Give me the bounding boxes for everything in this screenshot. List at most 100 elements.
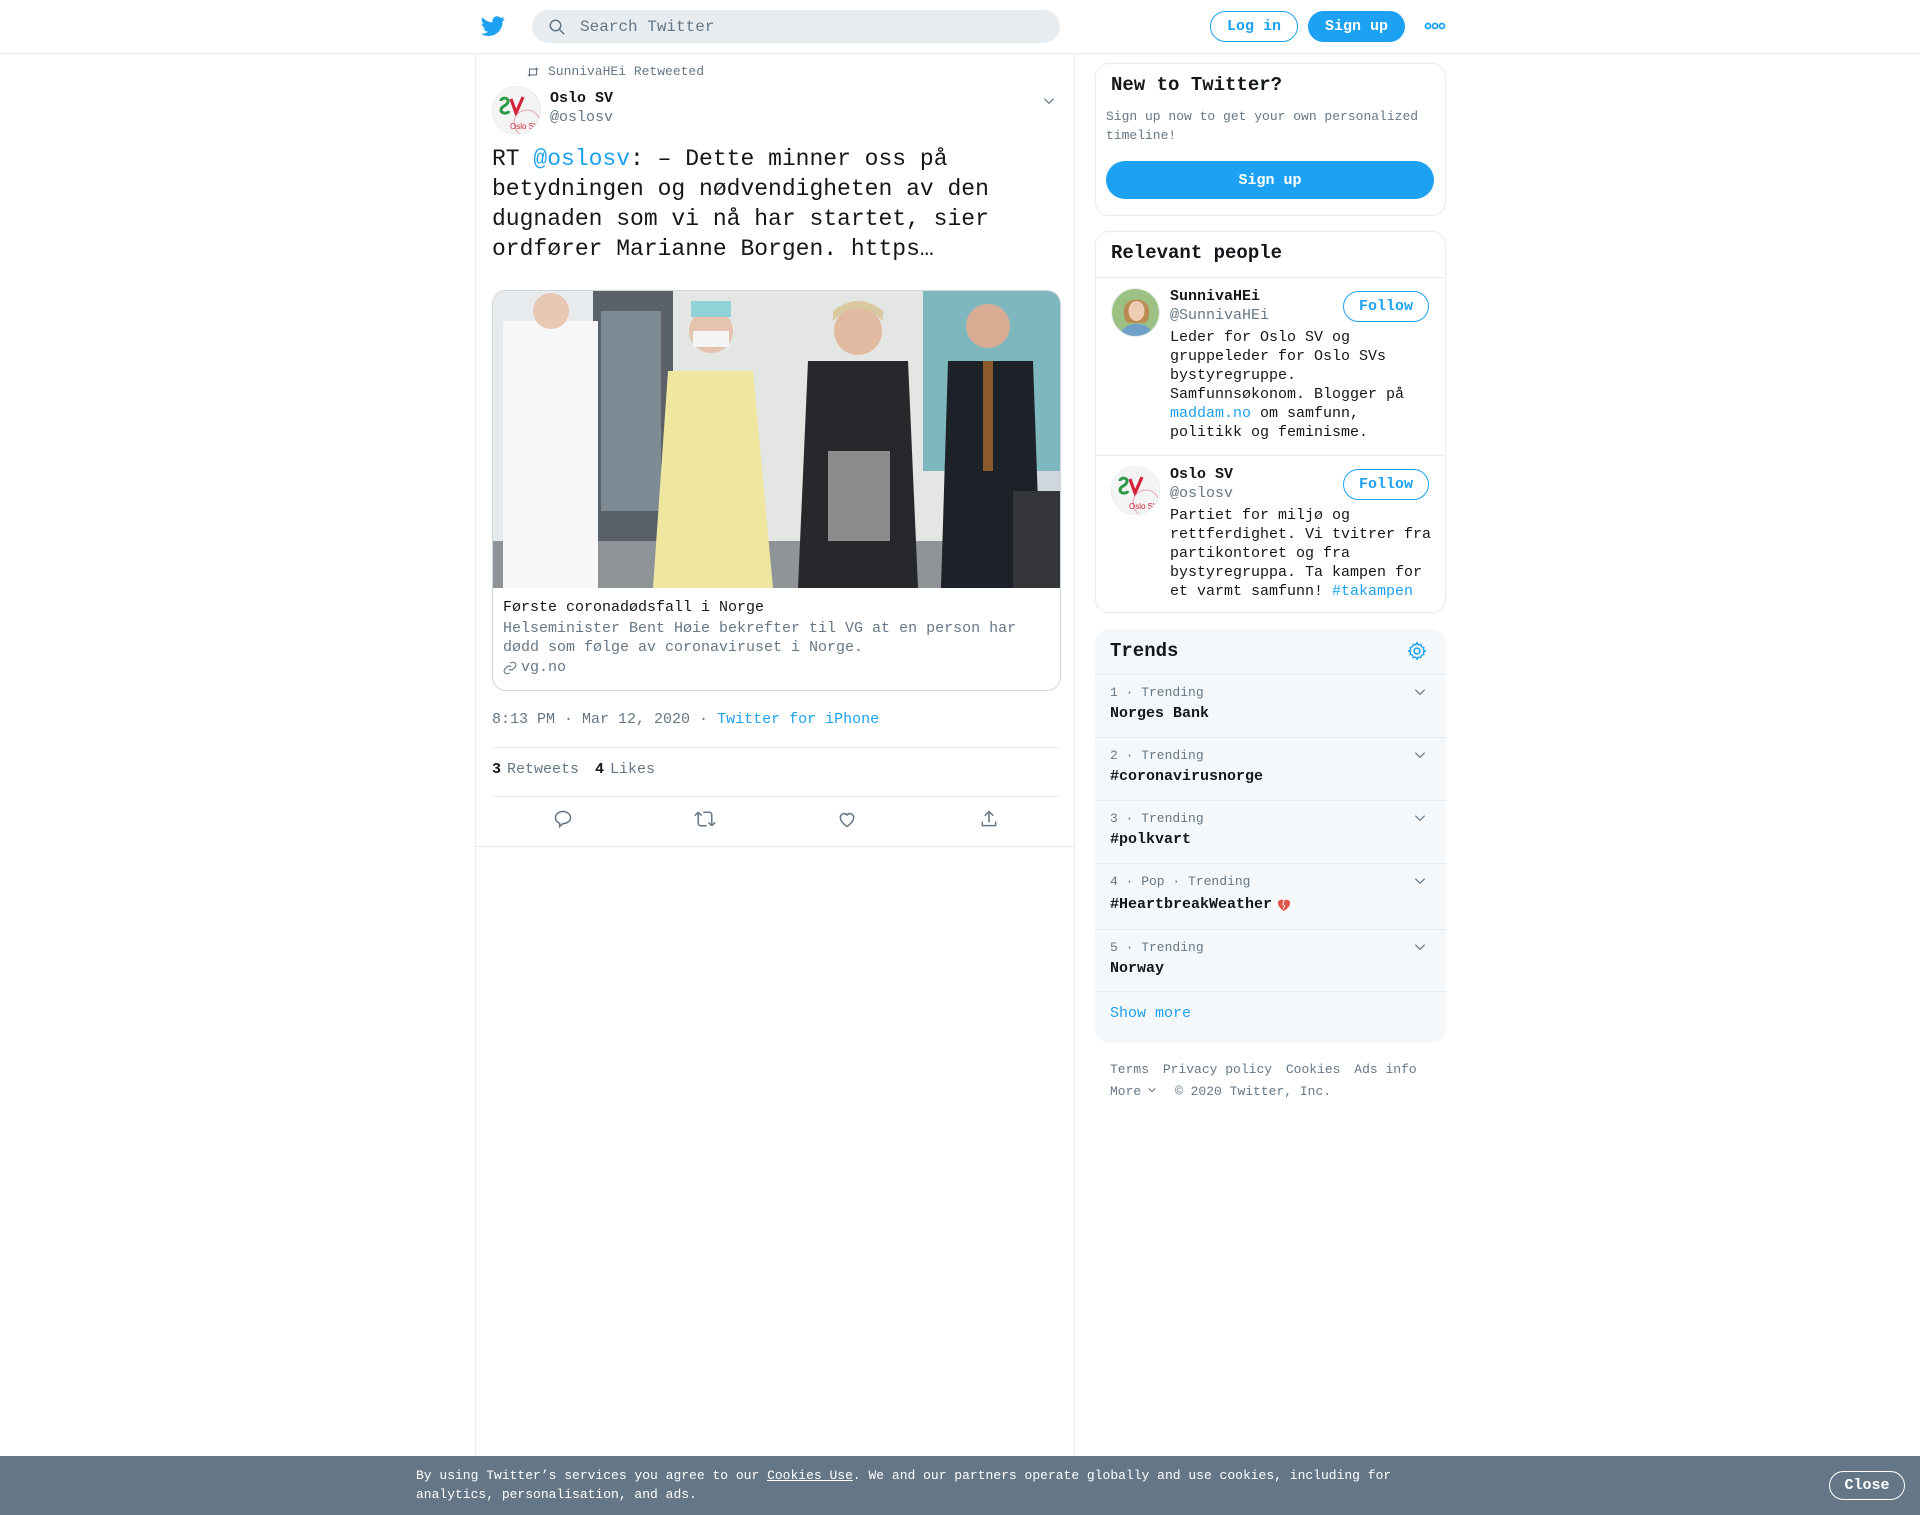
likes-count: 4 <box>595 761 605 778</box>
footer-ads-link[interactable]: Ads info <box>1354 1062 1416 1077</box>
more-dots-icon[interactable] <box>1424 20 1446 32</box>
cookie-consent-bar: By using Twitter’s services you agree to… <box>0 1456 1920 1515</box>
footer-cookies-link[interactable]: Cookies <box>1286 1062 1341 1077</box>
svg-text:Oslo SV: Oslo SV <box>510 122 540 131</box>
footer-terms-link[interactable]: Terms <box>1110 1062 1149 1077</box>
retweet-button[interactable] <box>692 806 718 832</box>
person-bio: Leder for Oslo SV og gruppeleder for Osl… <box>1170 328 1435 442</box>
chevron-down-icon[interactable] <box>1413 748 1427 762</box>
chevron-down-icon[interactable] <box>1413 874 1427 888</box>
signup-button[interactable]: Sign up <box>1308 11 1405 42</box>
retweets-stat[interactable]: 3 Retweets <box>492 761 579 778</box>
cookies-use-link[interactable]: Cookies Use <box>767 1468 853 1483</box>
chevron-down-icon[interactable] <box>1413 811 1427 825</box>
retweet-icon <box>694 811 716 827</box>
share-button[interactable] <box>976 806 1002 832</box>
card-title: Første coronadødsfall i Norge <box>503 599 765 616</box>
person-sunnivahei: SunnivaHEi @SunnivaHEi Follow Leder for … <box>1096 278 1445 456</box>
sidebar-signup-button[interactable]: Sign up <box>1106 161 1434 199</box>
chevron-down-icon[interactable] <box>1042 94 1056 108</box>
retweet-small-icon <box>527 66 539 77</box>
person-handle[interactable]: @oslosv <box>1170 485 1233 502</box>
trend-meta: 2 · Trending <box>1110 748 1204 763</box>
trend-item[interactable]: 3 · Trending #polkvart <box>1095 800 1446 863</box>
tweet-text-prefix: RT <box>492 146 534 172</box>
oslo-sv-logo: Oslo SV <box>493 87 540 134</box>
trend-name-text: #HeartbreakWeather <box>1110 896 1273 913</box>
tweet-source-link[interactable]: Twitter for iPhone <box>717 711 879 728</box>
retweeted-by[interactable]: SunnivaHEi Retweeted <box>526 64 704 79</box>
chevron-down-icon[interactable] <box>1413 940 1427 954</box>
trends-title: Trends <box>1110 640 1179 662</box>
tweet-meta: 8:13 PM · Mar 12, 2020 · Twitter for iPh… <box>492 711 879 728</box>
follow-button[interactable]: Follow <box>1343 291 1429 322</box>
share-icon <box>981 810 997 827</box>
person-name[interactable]: SunnivaHEi <box>1170 288 1260 305</box>
trend-name: Norway <box>1110 960 1165 977</box>
avatar[interactable]: Oslo SV <box>1111 466 1160 515</box>
trend-item[interactable]: 1 · Trending Norges Bank <box>1095 674 1446 737</box>
retweets-count: 3 <box>492 761 502 778</box>
person-handle[interactable]: @SunnivaHEi <box>1170 307 1269 324</box>
show-more-link[interactable]: Show more <box>1110 1005 1191 1022</box>
author-name[interactable]: Oslo SV <box>550 90 613 107</box>
like-button[interactable] <box>834 806 860 832</box>
new-to-twitter-box: New to Twitter? Sign up now to get your … <box>1095 63 1446 216</box>
person-bio: Partiet for miljø og rettferdighet. Vi t… <box>1170 506 1435 601</box>
cookie-text-before: By using Twitter’s services you agree to… <box>416 1468 768 1483</box>
bio-hashtag-link[interactable]: #takampen <box>1332 583 1413 600</box>
footer-more-menu[interactable]: More <box>1110 1084 1157 1099</box>
relevant-people-box: Relevant people SunnivaHEi @SunnivaHEi F… <box>1095 231 1446 613</box>
follow-button[interactable]: Follow <box>1343 469 1429 500</box>
new-to-twitter-title: New to Twitter? <box>1111 74 1283 96</box>
bio-link[interactable]: maddam.no <box>1170 405 1251 422</box>
author-handle[interactable]: @oslosv <box>550 109 613 126</box>
search-input[interactable] <box>580 17 1020 36</box>
meta-separator: · <box>690 711 718 728</box>
trend-meta: 3 · Trending <box>1110 811 1204 826</box>
bio-text: Leder for Oslo SV og gruppeleder for Osl… <box>1170 329 1405 403</box>
link-icon <box>503 661 517 674</box>
tweet-column: SunnivaHEi Retweeted Oslo SV Oslo SV @os… <box>475 54 1076 1515</box>
trend-meta: 4 · Pop · Trending <box>1110 874 1251 889</box>
cookie-text: By using Twitter’s services you agree to… <box>416 1466 1426 1504</box>
trend-item[interactable]: 2 · Trending #coronavirusnorge <box>1095 737 1446 800</box>
person-name[interactable]: Oslo SV <box>1170 466 1233 483</box>
tweet-timestamp[interactable]: 8:13 PM · Mar 12, 2020 <box>492 711 690 728</box>
trend-item[interactable]: 4 · Pop · Trending #HeartbreakWeather <box>1095 863 1446 929</box>
person-photo <box>1112 289 1159 336</box>
divider <box>492 796 1060 797</box>
likes-stat[interactable]: 4 Likes <box>595 761 655 778</box>
card-domain-label: vg.no <box>521 659 567 676</box>
gear-icon[interactable] <box>1407 641 1427 661</box>
search-bar[interactable] <box>532 10 1060 43</box>
person-oslosv: Oslo SV Oslo SV @oslosv Follow Partiet f… <box>1096 456 1445 612</box>
footer-copyright: © 2020 Twitter, Inc. <box>1175 1084 1332 1099</box>
card-description: Helseminister Bent Høie bekrefter til VG… <box>503 620 1017 656</box>
card-domain: vg.no <box>503 659 566 676</box>
broken-heart-emoji-icon <box>1278 899 1291 911</box>
top-bar: Log in Sign up <box>0 0 1920 54</box>
footer-privacy-link[interactable]: Privacy policy <box>1163 1062 1272 1077</box>
divider <box>1095 991 1446 992</box>
twitter-bird-icon[interactable] <box>480 14 506 38</box>
trend-name: Norges Bank <box>1110 705 1210 722</box>
author-avatar[interactable]: Oslo SV <box>492 86 541 135</box>
heart-icon <box>839 812 855 828</box>
trend-item[interactable]: 5 · Trending Norway <box>1095 929 1446 992</box>
trend-name: #HeartbreakWeather <box>1110 896 1292 913</box>
link-card[interactable]: Første coronadødsfall i Norge Helseminis… <box>492 290 1061 691</box>
search-icon <box>549 19 565 34</box>
chevron-down-icon <box>1148 1087 1156 1093</box>
reply-button[interactable] <box>550 806 576 832</box>
tweet-mention-link[interactable]: @oslosv <box>533 146 630 172</box>
chevron-down-icon[interactable] <box>1413 685 1427 699</box>
card-image <box>493 291 1060 588</box>
login-button[interactable]: Log in <box>1210 11 1298 42</box>
avatar[interactable] <box>1111 288 1160 337</box>
tweet-actions <box>476 806 1076 846</box>
trend-name: #polkvart <box>1110 831 1192 848</box>
divider <box>492 747 1060 748</box>
cookie-close-button[interactable]: Close <box>1829 1471 1905 1500</box>
retweeted-by-label: SunnivaHEi Retweeted <box>548 64 705 79</box>
